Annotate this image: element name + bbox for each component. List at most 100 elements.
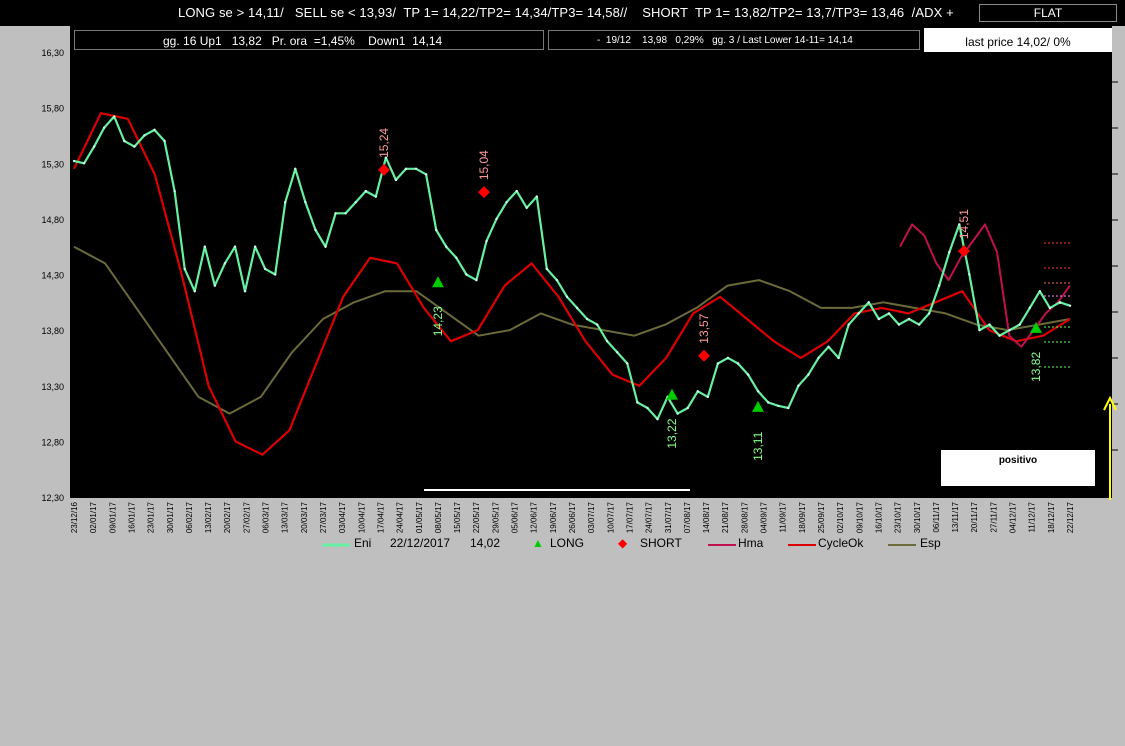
x-tick-label: 16/10/17 — [874, 501, 883, 533]
x-tick-label: 20/03/17 — [300, 501, 309, 533]
eni-point — [394, 178, 398, 182]
eni-point — [253, 245, 257, 248]
eni-point — [766, 401, 770, 404]
eni-point — [545, 267, 549, 271]
eni-point — [616, 351, 619, 354]
x-tick-label: 01/05/17 — [415, 501, 424, 533]
eni-point — [485, 239, 488, 243]
long-signal-label: 14,23 — [431, 306, 445, 336]
x-tick-label: 22/05/17 — [472, 501, 481, 533]
y-tick-label: 14,80 — [41, 215, 64, 225]
x-tick-label: 10/04/17 — [357, 501, 366, 533]
short-signal-marker — [378, 163, 390, 176]
eni-point — [646, 406, 649, 410]
eni-point — [1028, 306, 1031, 310]
x-tick-label: 31/07/17 — [664, 501, 673, 533]
x-tick-label: 23/10/17 — [894, 501, 903, 533]
x-tick-label: 05/06/17 — [511, 501, 520, 533]
eni-point — [565, 295, 569, 298]
eni-point — [897, 323, 901, 326]
x-tick-label: 25/09/17 — [817, 501, 826, 533]
eni-point — [817, 356, 820, 360]
eni-point — [555, 278, 559, 282]
x-tick-label: 20/11/17 — [970, 501, 979, 532]
eni-point — [978, 328, 981, 332]
eni-point — [1048, 306, 1052, 310]
x-tick-label: 06/02/17 — [185, 501, 194, 533]
x-tick-label: 02/01/17 — [89, 501, 98, 533]
eni-point — [263, 267, 267, 271]
y-tick-label: 12,30 — [41, 493, 64, 503]
series-cycleok-line — [73, 112, 1071, 456]
eni-point — [626, 362, 629, 365]
eni-point — [314, 228, 317, 232]
eni-point — [877, 317, 881, 321]
eni-point — [1038, 289, 1042, 293]
eni-point — [726, 356, 730, 360]
eni-point — [606, 340, 609, 343]
eni-point — [505, 200, 508, 204]
legend-hma-label: Hma — [738, 536, 764, 550]
long-signal-label: 13,22 — [665, 418, 679, 448]
eni-point — [988, 323, 991, 326]
eni-point — [284, 200, 287, 204]
eni-point — [82, 162, 86, 165]
eni-point — [354, 200, 357, 204]
eni-point — [847, 323, 850, 326]
legend-esp-label: Esp — [920, 536, 941, 550]
short-signal-label: 13,57 — [697, 313, 711, 343]
eni-point — [213, 284, 217, 287]
x-tick-label: 09/01/17 — [108, 501, 117, 533]
eni-point — [1068, 304, 1072, 307]
eni-point — [1018, 323, 1021, 326]
x-tick-label: 02/10/17 — [836, 501, 845, 533]
x-tick-label: 19/06/17 — [549, 501, 558, 533]
x-tick-label: 12/06/17 — [530, 501, 539, 533]
eni-point — [696, 390, 699, 393]
eni-point — [233, 245, 237, 248]
x-tick-label: 06/11/17 — [932, 501, 941, 532]
y-tick-label: 13,80 — [41, 326, 64, 336]
legend-short-icon: ◆ — [618, 536, 628, 550]
short-signal-label: 15,24 — [377, 128, 391, 158]
info-box-left: gg. 16 Up1 13,82 Pr. ora =1,45% Down1 14… — [74, 30, 544, 50]
series-esp-line — [73, 245, 1071, 415]
eni-point — [948, 251, 951, 254]
x-tick-label: 30/10/17 — [913, 501, 922, 533]
x-tick-label: 23/12/16 — [70, 501, 79, 533]
long-signal-marker — [752, 400, 764, 412]
eni-point — [927, 312, 931, 315]
x-tick-label: 27/11/17 — [989, 501, 998, 532]
eni-point — [525, 206, 528, 209]
series-eni-line — [73, 115, 1071, 421]
legend-cycle-swatch — [788, 544, 816, 546]
x-tick-label: 14/08/17 — [702, 501, 711, 533]
legend-price: 14,02 — [470, 536, 501, 550]
legend-eni-swatch — [322, 543, 350, 547]
eni-point — [465, 273, 468, 276]
x-tick-label: 18/12/17 — [1047, 501, 1056, 533]
eni-point — [857, 312, 860, 315]
x-tick-label: 15/05/17 — [453, 501, 462, 533]
x-tick-label: 03/07/17 — [587, 501, 596, 533]
eni-point — [1008, 328, 1011, 332]
x-tick-label: 10/07/17 — [606, 501, 615, 533]
long-signal-marker — [432, 276, 444, 288]
x-tick-label: 16/01/17 — [127, 501, 136, 533]
eni-point — [344, 212, 347, 215]
x-tick-label: 20/02/17 — [223, 501, 232, 533]
long-signal-label: 13,11 — [751, 431, 765, 460]
eni-point — [787, 406, 790, 410]
info-box-middle: - 19/12 13,98 0,29% gg. 3 / Last Lower 1… — [548, 30, 920, 50]
x-tick-label: 27/02/17 — [242, 501, 251, 533]
eni-point — [102, 126, 106, 129]
eni-point — [274, 273, 277, 276]
eni-point — [203, 245, 206, 248]
eni-point — [797, 384, 800, 387]
eni-point — [414, 167, 418, 171]
eni-point — [404, 167, 408, 171]
short-signal-marker — [478, 186, 490, 199]
legend-short-label: SHORT — [640, 536, 682, 550]
eni-point — [938, 284, 941, 287]
x-tick-label: 08/05/17 — [434, 501, 443, 533]
